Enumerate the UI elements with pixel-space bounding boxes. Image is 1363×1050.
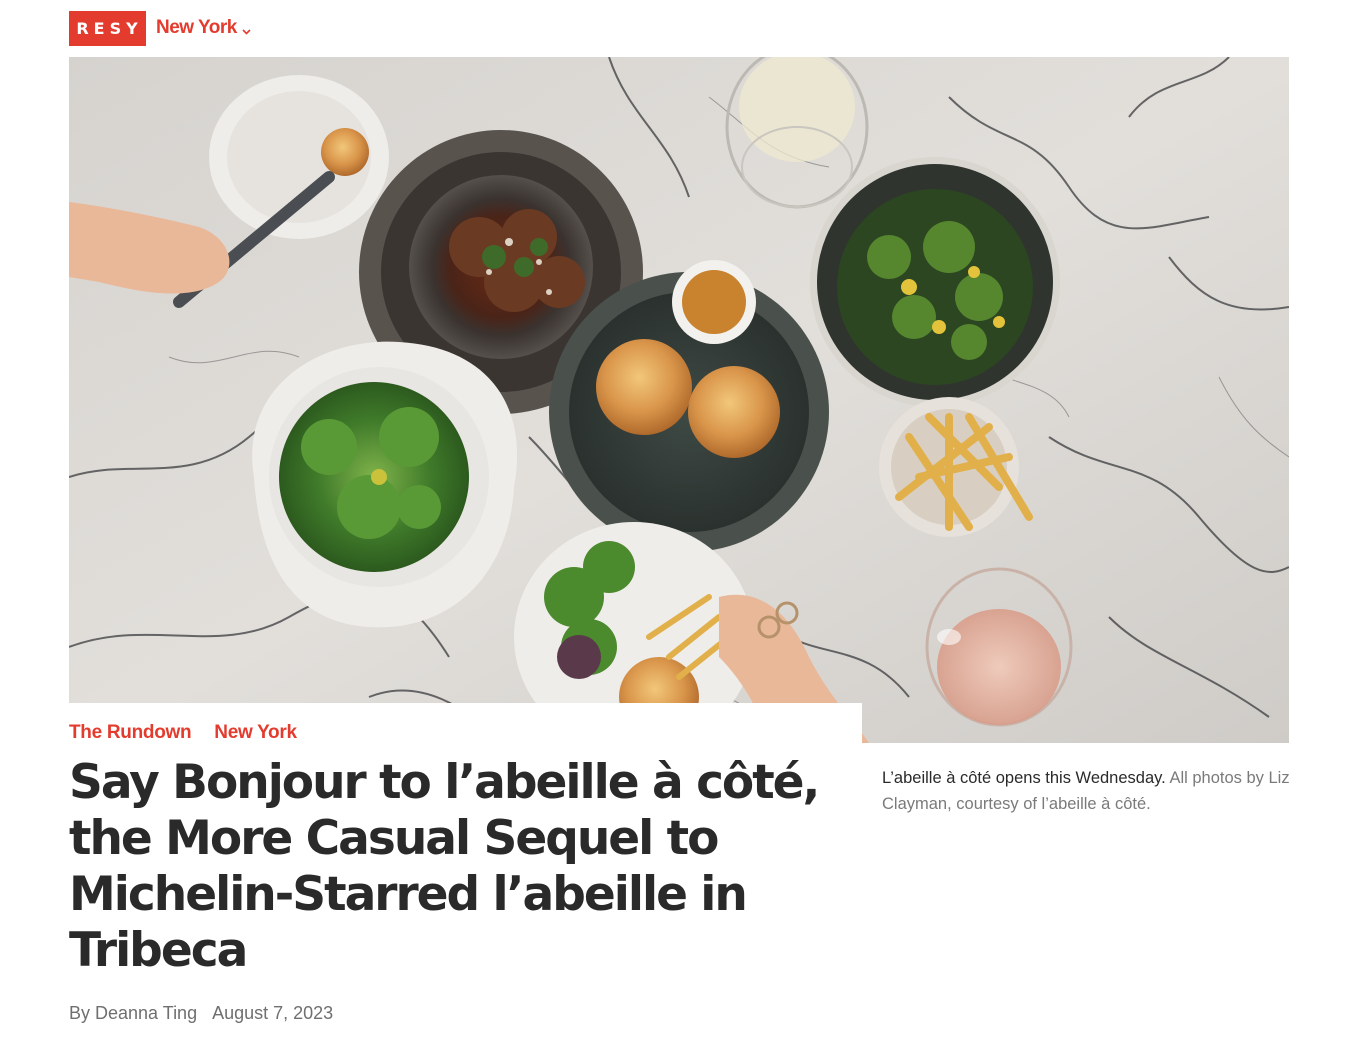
site-header: RESY New York — [69, 10, 251, 46]
chevron-down-icon — [242, 19, 251, 41]
article-tags: The Rundown New York — [69, 722, 297, 744]
city-selector-label: New York — [156, 17, 237, 38]
image-caption: L’abeille à côté opens this Wednesday. A… — [882, 765, 1292, 817]
food-table-photo — [69, 57, 1289, 743]
resy-logo[interactable]: RESY — [69, 10, 146, 46]
tag-the-rundown[interactable]: The Rundown — [69, 722, 192, 744]
city-selector[interactable]: New York — [156, 15, 251, 41]
article-byline: By Deanna Ting August 7, 2023 — [69, 1003, 333, 1024]
hero-image — [69, 57, 1289, 743]
author-link[interactable]: By Deanna Ting — [69, 1003, 197, 1024]
caption-text: L’abeille à côté opens this Wednesday. — [882, 769, 1166, 787]
article-headline: Say Bonjour to l’abeille à côté, the Mor… — [69, 755, 820, 978]
tag-new-york[interactable]: New York — [214, 722, 297, 744]
publish-date: August 7, 2023 — [212, 1003, 334, 1023]
